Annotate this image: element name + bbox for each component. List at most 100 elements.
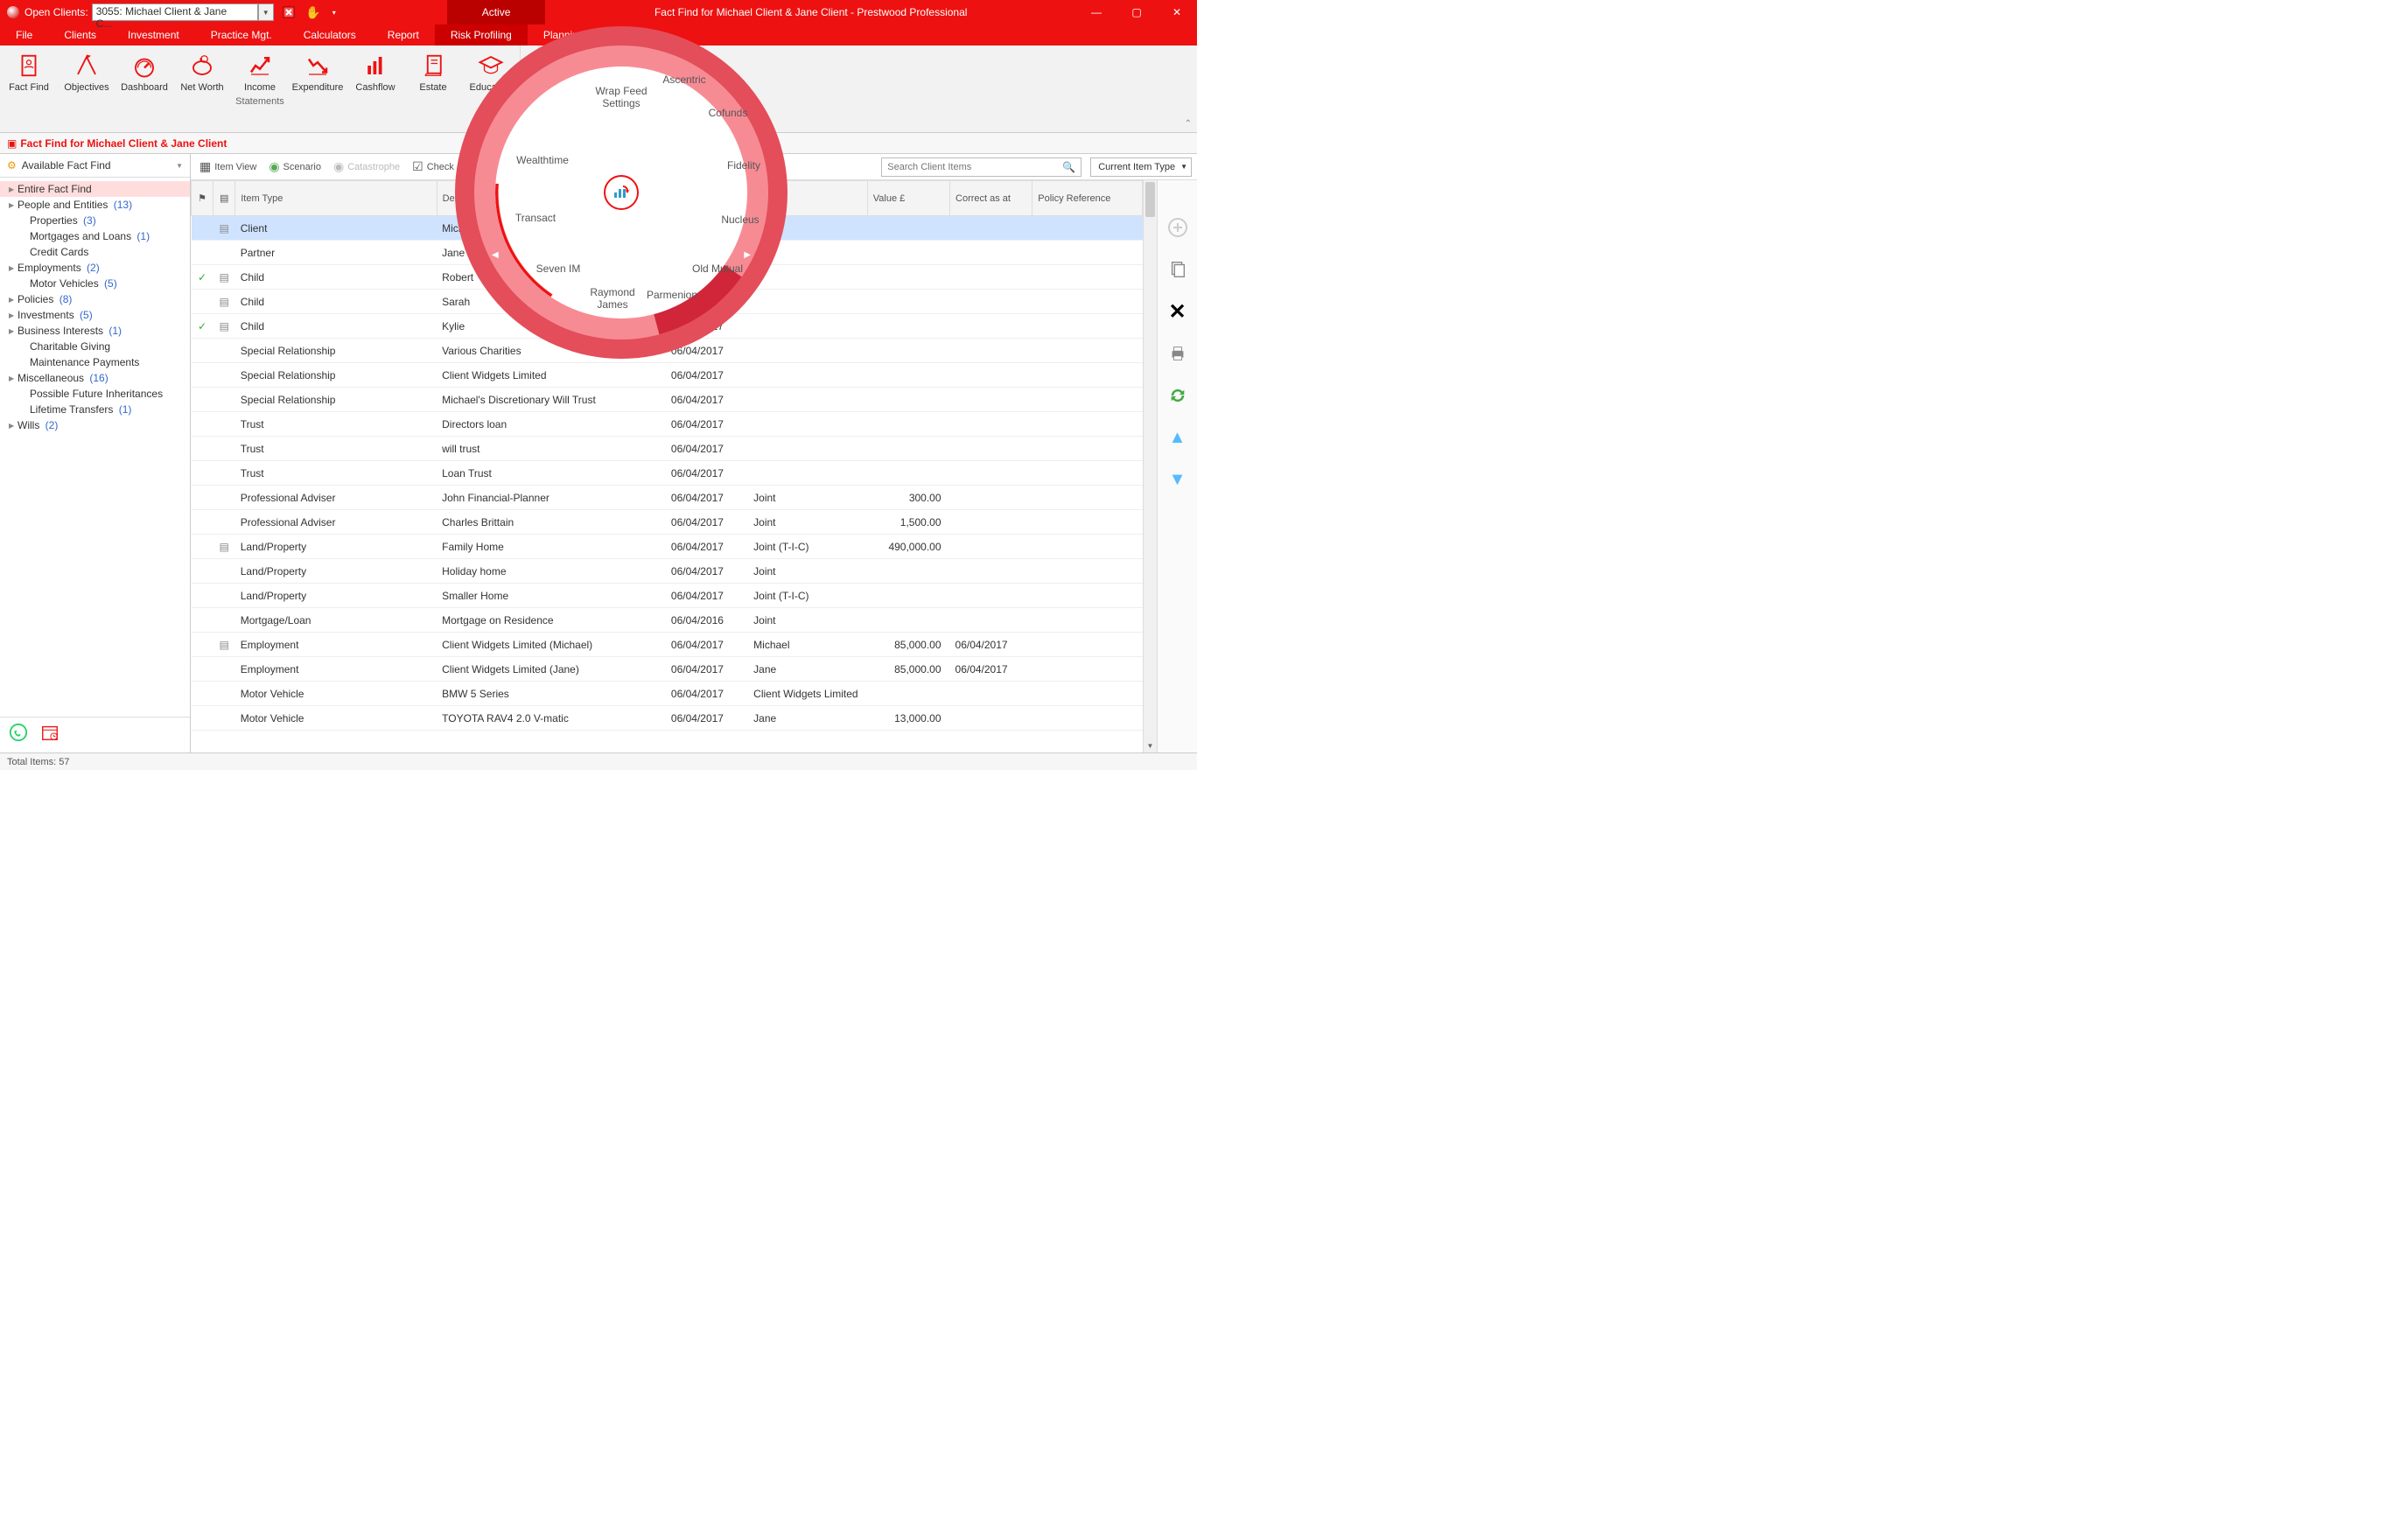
tree-credit-cards[interactable]: Credit Cards (0, 244, 190, 260)
tree-entire-fact-find[interactable]: ▶Entire Fact Find (0, 181, 190, 197)
sidebar-dropdown-icon[interactable]: ▼ (176, 162, 183, 170)
menu-practice-mgt-[interactable]: Practice Mgt. (195, 24, 288, 46)
maximize-button[interactable]: ▢ (1116, 0, 1157, 24)
table-row[interactable]: TrustDirectors loan06/04/2017 (192, 412, 1143, 437)
radial-item-wealthtime[interactable]: Wealthtime (503, 155, 582, 167)
col-item-type[interactable]: Item Type (235, 181, 437, 216)
search-input[interactable] (882, 162, 1057, 172)
scenario-button[interactable]: ◉Scenario (265, 158, 325, 176)
calendar-icon[interactable] (40, 723, 60, 747)
tree-investments[interactable]: ▶Investments (5) (0, 307, 190, 323)
tree-motor-vehicles[interactable]: Motor Vehicles (5) (0, 276, 190, 291)
tree-policies[interactable]: ▶Policies (8) (0, 291, 190, 307)
item-view-button[interactable]: ▦Item View (196, 158, 260, 176)
table-row[interactable]: Mortgage/LoanMortgage on Residence06/04/… (192, 608, 1143, 633)
scroll-thumb[interactable] (1145, 182, 1155, 217)
menu-calculators[interactable]: Calculators (288, 24, 372, 46)
ribbon-collapse-icon[interactable]: ⌃ (1185, 119, 1192, 129)
search-box[interactable]: 🔍 (881, 158, 1082, 177)
table-row[interactable]: Motor VehicleBMW 5 Series06/04/2017Clien… (192, 682, 1143, 706)
close-client-button[interactable] (279, 4, 298, 21)
ribbon-income-button[interactable]: Income (231, 49, 289, 94)
table-row[interactable]: Special RelationshipMichael's Discretion… (192, 388, 1143, 412)
open-clients-dropdown-button[interactable]: ▼ (258, 4, 274, 21)
whatsapp-icon[interactable] (9, 723, 28, 747)
tree-employments[interactable]: ▶Employments (2) (0, 260, 190, 276)
radial-next-icon[interactable]: ▶ (744, 250, 751, 260)
close-button[interactable]: ✕ (1157, 0, 1197, 24)
print-button[interactable] (1166, 341, 1190, 366)
tree-miscellaneous[interactable]: ▶Miscellaneous (16) (0, 370, 190, 386)
radial-item-seven-im[interactable]: Seven IM (519, 263, 598, 276)
tree-possible-future-inheritances[interactable]: Possible Future Inheritances (0, 386, 190, 402)
table-row[interactable]: Motor VehicleTOYOTA RAV4 2.0 V-matic06/0… (192, 706, 1143, 731)
move-down-button[interactable]: ▼ (1166, 467, 1190, 492)
radial-item-ascentric[interactable]: Ascentric (645, 74, 724, 87)
tree-wills[interactable]: ▶Wills (2) (0, 417, 190, 433)
move-up-button[interactable]: ▲ (1166, 425, 1190, 450)
search-icon[interactable]: 🔍 (1057, 161, 1081, 173)
net-worth-icon (187, 51, 217, 80)
ribbon-expenditure-button[interactable]: Expenditure (289, 49, 346, 94)
col-correct-as-at[interactable]: Correct as at (950, 181, 1032, 216)
table-row[interactable]: Land/PropertySmaller Home06/04/2017Joint… (192, 584, 1143, 608)
action-strip: ✕ ▲ ▼ (1157, 180, 1197, 752)
tree-lifetime-transfers[interactable]: Lifetime Transfers (1) (0, 402, 190, 417)
menu-file[interactable]: File (0, 24, 48, 46)
radial-item-nucleus[interactable]: Nucleus (701, 214, 780, 227)
col-flag-[interactable]: ⚑ (192, 181, 214, 216)
flag-column-icon: ⚑ (198, 193, 206, 204)
col-flag-[interactable]: ▤ (214, 181, 235, 216)
ribbon-cashflow-button[interactable]: Cashflow (346, 49, 404, 94)
tree-mortgages-and-loans[interactable]: Mortgages and Loans (1) (0, 228, 190, 244)
table-row[interactable]: Special RelationshipClient Widgets Limit… (192, 363, 1143, 388)
note-icon: ▤ (220, 271, 229, 284)
tree-maintenance-payments[interactable]: Maintenance Payments (0, 354, 190, 370)
ribbon-estate-button[interactable]: Estate (404, 49, 462, 94)
tree-people-and-entities[interactable]: ▶People and Entities (13) (0, 197, 190, 213)
table-row[interactable]: Professional AdviserJohn Financial-Plann… (192, 486, 1143, 510)
table-row[interactable]: TrustLoan Trust06/04/2017 (192, 461, 1143, 486)
ribbon-dashboard-button[interactable]: Dashboard (116, 49, 173, 94)
ribbon-net-worth-button[interactable]: Net Worth (173, 49, 231, 94)
app-orb-icon[interactable] (7, 6, 19, 18)
context-tab-active[interactable]: Active (447, 0, 546, 24)
radial-prev-icon[interactable]: ◀ (492, 250, 499, 260)
ribbon-fact-find-button[interactable]: Fact Find (0, 49, 58, 94)
tree-business-interests[interactable]: ▶Business Interests (1) (0, 323, 190, 339)
table-row[interactable]: ▤EmploymentClient Widgets Limited (Micha… (192, 633, 1143, 657)
vertical-scrollbar[interactable]: ▲ ▼ (1143, 180, 1157, 752)
sync-button[interactable] (1166, 383, 1190, 408)
ribbon-objectives-button[interactable]: Objectives (58, 49, 116, 94)
check-button[interactable]: ☑Check (409, 158, 458, 176)
table-row[interactable]: ▤Land/PropertyFamily Home06/04/2017Joint… (192, 535, 1143, 559)
col-policy-reference[interactable]: Policy Reference (1032, 181, 1143, 216)
radial-center-button[interactable] (604, 175, 639, 210)
radial-menu[interactable]: ◀ ▶ Wrap Feed SettingsAscentric Cofunds Fi… (455, 26, 788, 359)
radial-item-wrap-feed-settings[interactable]: Wrap Feed Settings (582, 86, 661, 110)
add-item-button[interactable] (1166, 215, 1190, 240)
tree-properties[interactable]: Properties (3) (0, 213, 190, 228)
tree-charitable-giving[interactable]: Charitable Giving (0, 339, 190, 354)
menu-investment[interactable]: Investment (112, 24, 195, 46)
radial-item-raymond-james[interactable]: Raymond James (573, 287, 652, 312)
minimize-button[interactable]: — (1076, 0, 1116, 24)
quick-access-dropdown[interactable]: ▾ (326, 4, 342, 21)
copy-button[interactable] (1166, 257, 1190, 282)
radial-item-fidelity[interactable]: Fidelity (704, 160, 783, 172)
refresh-button[interactable]: ✋ (304, 4, 323, 21)
scroll-down-icon[interactable]: ▼ (1144, 738, 1157, 752)
open-clients-dropdown[interactable]: 3055: Michael Client & Jane C... (92, 4, 258, 21)
table-row[interactable]: Land/PropertyHoliday home06/04/2017Joint (192, 559, 1143, 584)
radial-item-cofunds[interactable]: Cofunds (689, 108, 767, 120)
table-row[interactable]: EmploymentClient Widgets Limited (Jane)0… (192, 657, 1143, 682)
table-row[interactable]: Professional AdviserCharles Brittain06/0… (192, 510, 1143, 535)
radial-item-old-mutual[interactable]: Old Mutual (678, 263, 757, 276)
col-value-[interactable]: Value £ (867, 181, 949, 216)
current-item-type-filter[interactable]: Current Item Type▼ (1090, 158, 1192, 177)
radial-item-transact[interactable]: Transact (496, 213, 575, 225)
delete-button[interactable]: ✕ (1166, 299, 1190, 324)
table-row[interactable]: Trustwill trust06/04/2017 (192, 437, 1143, 461)
menu-report[interactable]: Report (372, 24, 435, 46)
catastrophe-button[interactable]: ◉Catastrophe (330, 158, 403, 176)
